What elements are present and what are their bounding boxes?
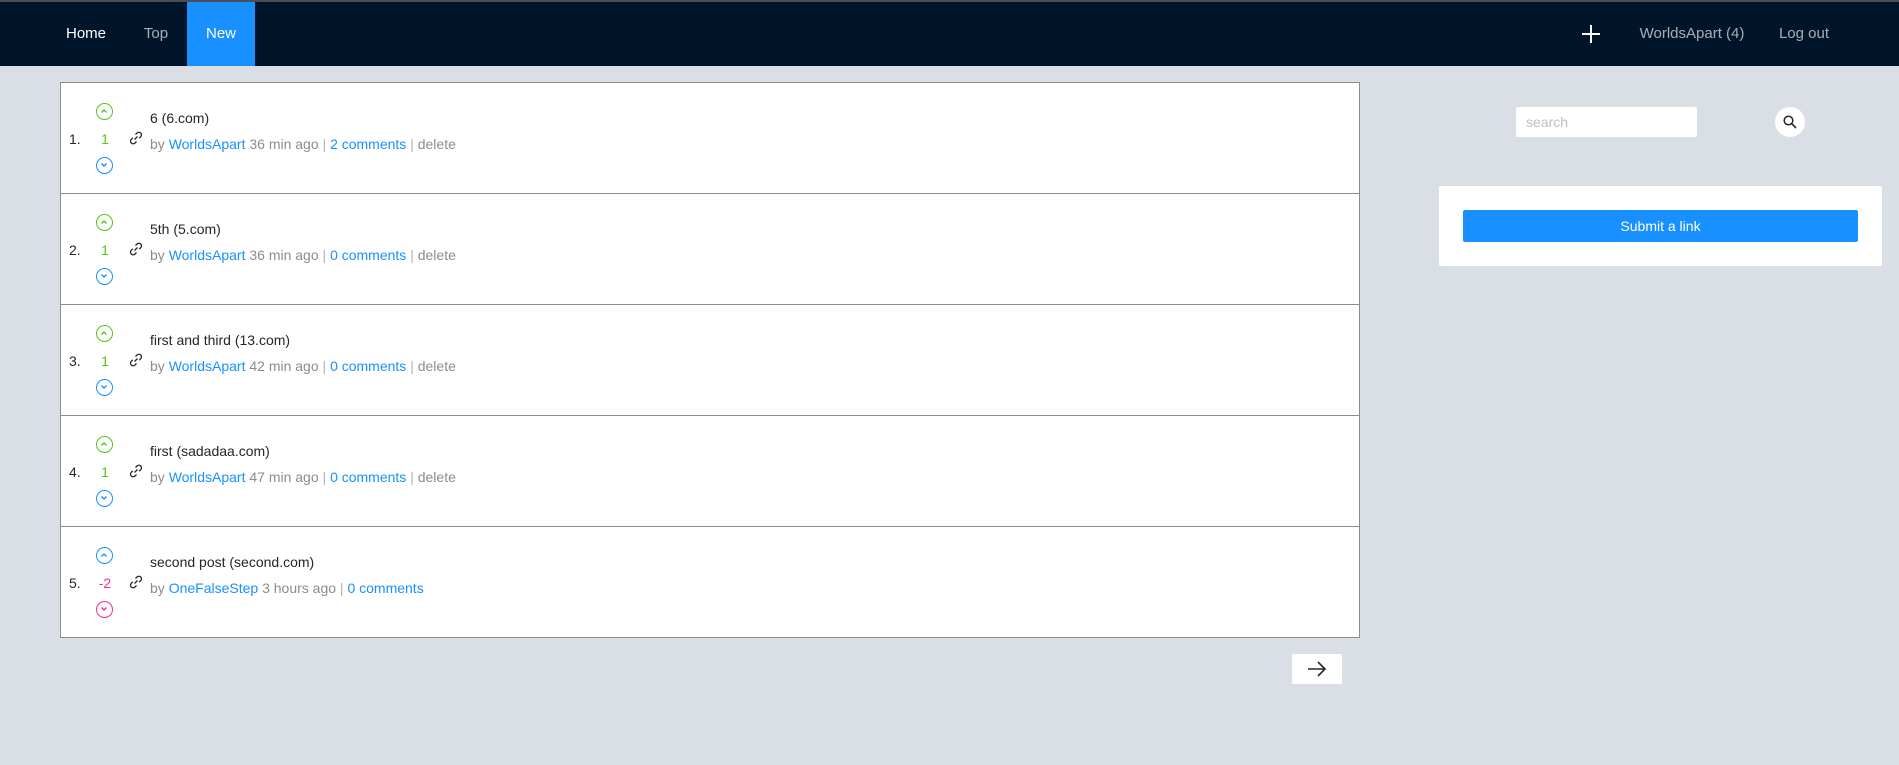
post-delete-link[interactable]: delete: [418, 358, 456, 374]
upvote-icon[interactable]: [96, 547, 113, 564]
separator: |: [322, 247, 327, 263]
post-rank: 4.: [69, 464, 81, 480]
separator: |: [410, 136, 414, 152]
arrow-right-icon: [1308, 661, 1327, 677]
post-rank: 2.: [69, 242, 81, 258]
post-author-link[interactable]: WorldsApart: [169, 358, 246, 374]
post-meta: by WorldsApart 36 min ago | 0 comments |…: [150, 247, 456, 263]
link-icon[interactable]: [128, 241, 144, 257]
post-by-label: by: [150, 247, 165, 263]
separator: |: [339, 580, 344, 596]
post-rank: 1.: [69, 131, 81, 147]
submit-link-button[interactable]: Submit a link: [1463, 210, 1858, 242]
post-score: 1: [101, 131, 109, 147]
downvote-icon[interactable]: [96, 379, 113, 396]
search-input[interactable]: [1516, 107, 1697, 137]
post-rank: 3.: [69, 353, 81, 369]
top-navbar: Home Top New WorldsApart (4) Log out: [0, 2, 1899, 66]
post-by-label: by: [150, 469, 165, 485]
post-title[interactable]: 5th (5.com): [150, 221, 221, 237]
nav-top[interactable]: Top: [140, 2, 172, 66]
post-by-label: by: [150, 580, 165, 596]
link-icon[interactable]: [128, 130, 144, 146]
post-comments-link[interactable]: 0 comments: [347, 580, 423, 596]
post-author-link[interactable]: WorldsApart: [169, 136, 246, 152]
post-time: 47 min ago: [249, 469, 319, 485]
post-comments-link[interactable]: 2 comments: [330, 136, 406, 152]
post-author-link[interactable]: OneFalseStep: [169, 580, 259, 596]
separator: |: [322, 469, 327, 485]
post-time: 36 min ago: [249, 136, 319, 152]
post-meta: by WorldsApart 42 min ago | 0 comments |…: [150, 358, 456, 374]
post-row: 5. -2 second post (second.com) by OneFalseS…: [61, 527, 1359, 638]
nav-new[interactable]: New: [187, 2, 255, 66]
post-meta: by WorldsApart 36 min ago | 2 comments |…: [150, 136, 456, 152]
link-icon[interactable]: [128, 574, 144, 590]
submit-card: Submit a link: [1439, 186, 1882, 266]
post-row: 2. 1 5th (5.com) by WorldsApart 36 min ago …: [61, 194, 1359, 305]
link-icon[interactable]: [128, 463, 144, 479]
nav-logout[interactable]: Log out: [1774, 2, 1834, 66]
new-post-button[interactable]: [1578, 2, 1604, 66]
link-icon[interactable]: [128, 352, 144, 368]
post-score: -2: [98, 575, 112, 591]
post-author-link[interactable]: WorldsApart: [169, 469, 246, 485]
downvote-icon[interactable]: [96, 157, 113, 174]
post-time: 3 hours ago: [262, 580, 337, 596]
next-page-button[interactable]: [1292, 654, 1342, 684]
post-delete-link[interactable]: delete: [418, 136, 456, 152]
separator: |: [410, 469, 414, 485]
post-meta: by OneFalseStep 3 hours ago | 0 comments: [150, 580, 424, 596]
separator: |: [410, 247, 414, 263]
post-by-label: by: [150, 136, 165, 152]
post-meta: by WorldsApart 47 min ago | 0 comments |…: [150, 469, 456, 485]
post-time: 42 min ago: [249, 358, 319, 374]
post-title[interactable]: 6 (6.com): [150, 110, 209, 126]
post-title[interactable]: first and third (13.com): [150, 332, 290, 348]
nav-home[interactable]: Home: [62, 2, 110, 66]
post-title[interactable]: second post (second.com): [150, 554, 314, 570]
separator: |: [410, 358, 414, 374]
post-time: 36 min ago: [249, 247, 319, 263]
post-comments-link[interactable]: 0 comments: [330, 247, 406, 263]
post-comments-link[interactable]: 0 comments: [330, 469, 406, 485]
post-row: 4. 1 first (sadadaa.com) by WorldsApart 47 …: [61, 416, 1359, 527]
post-list: 1. 1 6 (6.com) by WorldsApart 36 min ago | …: [60, 82, 1360, 638]
post-delete-link[interactable]: delete: [418, 469, 456, 485]
post-rank: 5.: [69, 575, 81, 591]
post-score: 1: [101, 353, 109, 369]
nav-user-profile[interactable]: WorldsApart (4): [1636, 2, 1748, 66]
post-by-label: by: [150, 358, 165, 374]
post-delete-link[interactable]: delete: [418, 247, 456, 263]
post-score: 1: [101, 242, 109, 258]
separator: |: [322, 358, 327, 374]
separator: |: [322, 136, 327, 152]
post-comments-link[interactable]: 0 comments: [330, 358, 406, 374]
upvote-icon[interactable]: [96, 325, 113, 342]
post-row: 3. 1 first and third (13.com) by WorldsApar…: [61, 305, 1359, 416]
post-author-link[interactable]: WorldsApart: [169, 247, 246, 263]
post-title[interactable]: first (sadadaa.com): [150, 443, 270, 459]
search-button[interactable]: [1775, 107, 1805, 137]
upvote-icon[interactable]: [96, 103, 113, 120]
upvote-icon[interactable]: [96, 436, 113, 453]
downvote-icon[interactable]: [96, 268, 113, 285]
post-row: 1. 1 6 (6.com) by WorldsApart 36 min ago | …: [61, 83, 1359, 194]
plus-icon: [1582, 25, 1600, 43]
post-score: 1: [101, 464, 109, 480]
downvote-icon[interactable]: [96, 601, 113, 618]
upvote-icon[interactable]: [96, 214, 113, 231]
search-icon: [1783, 115, 1797, 129]
downvote-icon[interactable]: [96, 490, 113, 507]
